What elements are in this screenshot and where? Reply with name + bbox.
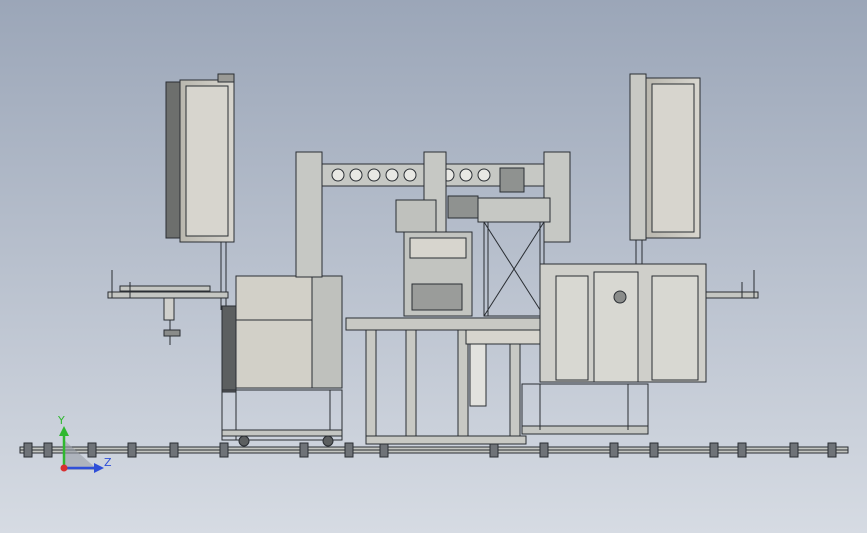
middle-table-frame bbox=[345, 317, 553, 445]
z-axis-label: Z bbox=[104, 456, 112, 469]
left-control-cabinet bbox=[165, 73, 235, 310]
left-conveyor-arm bbox=[107, 270, 229, 345]
base-rail bbox=[19, 442, 849, 458]
y-axis-label: Y bbox=[57, 414, 65, 427]
right-conveyor-arm bbox=[699, 270, 759, 299]
right-cylinder-station bbox=[521, 263, 707, 435]
x-braced-tower bbox=[477, 197, 551, 317]
cad-viewport[interactable]: Y Z bbox=[0, 0, 867, 533]
electrical-box bbox=[221, 275, 343, 447]
machine-assembly-drawing: Y Z bbox=[19, 73, 849, 473]
